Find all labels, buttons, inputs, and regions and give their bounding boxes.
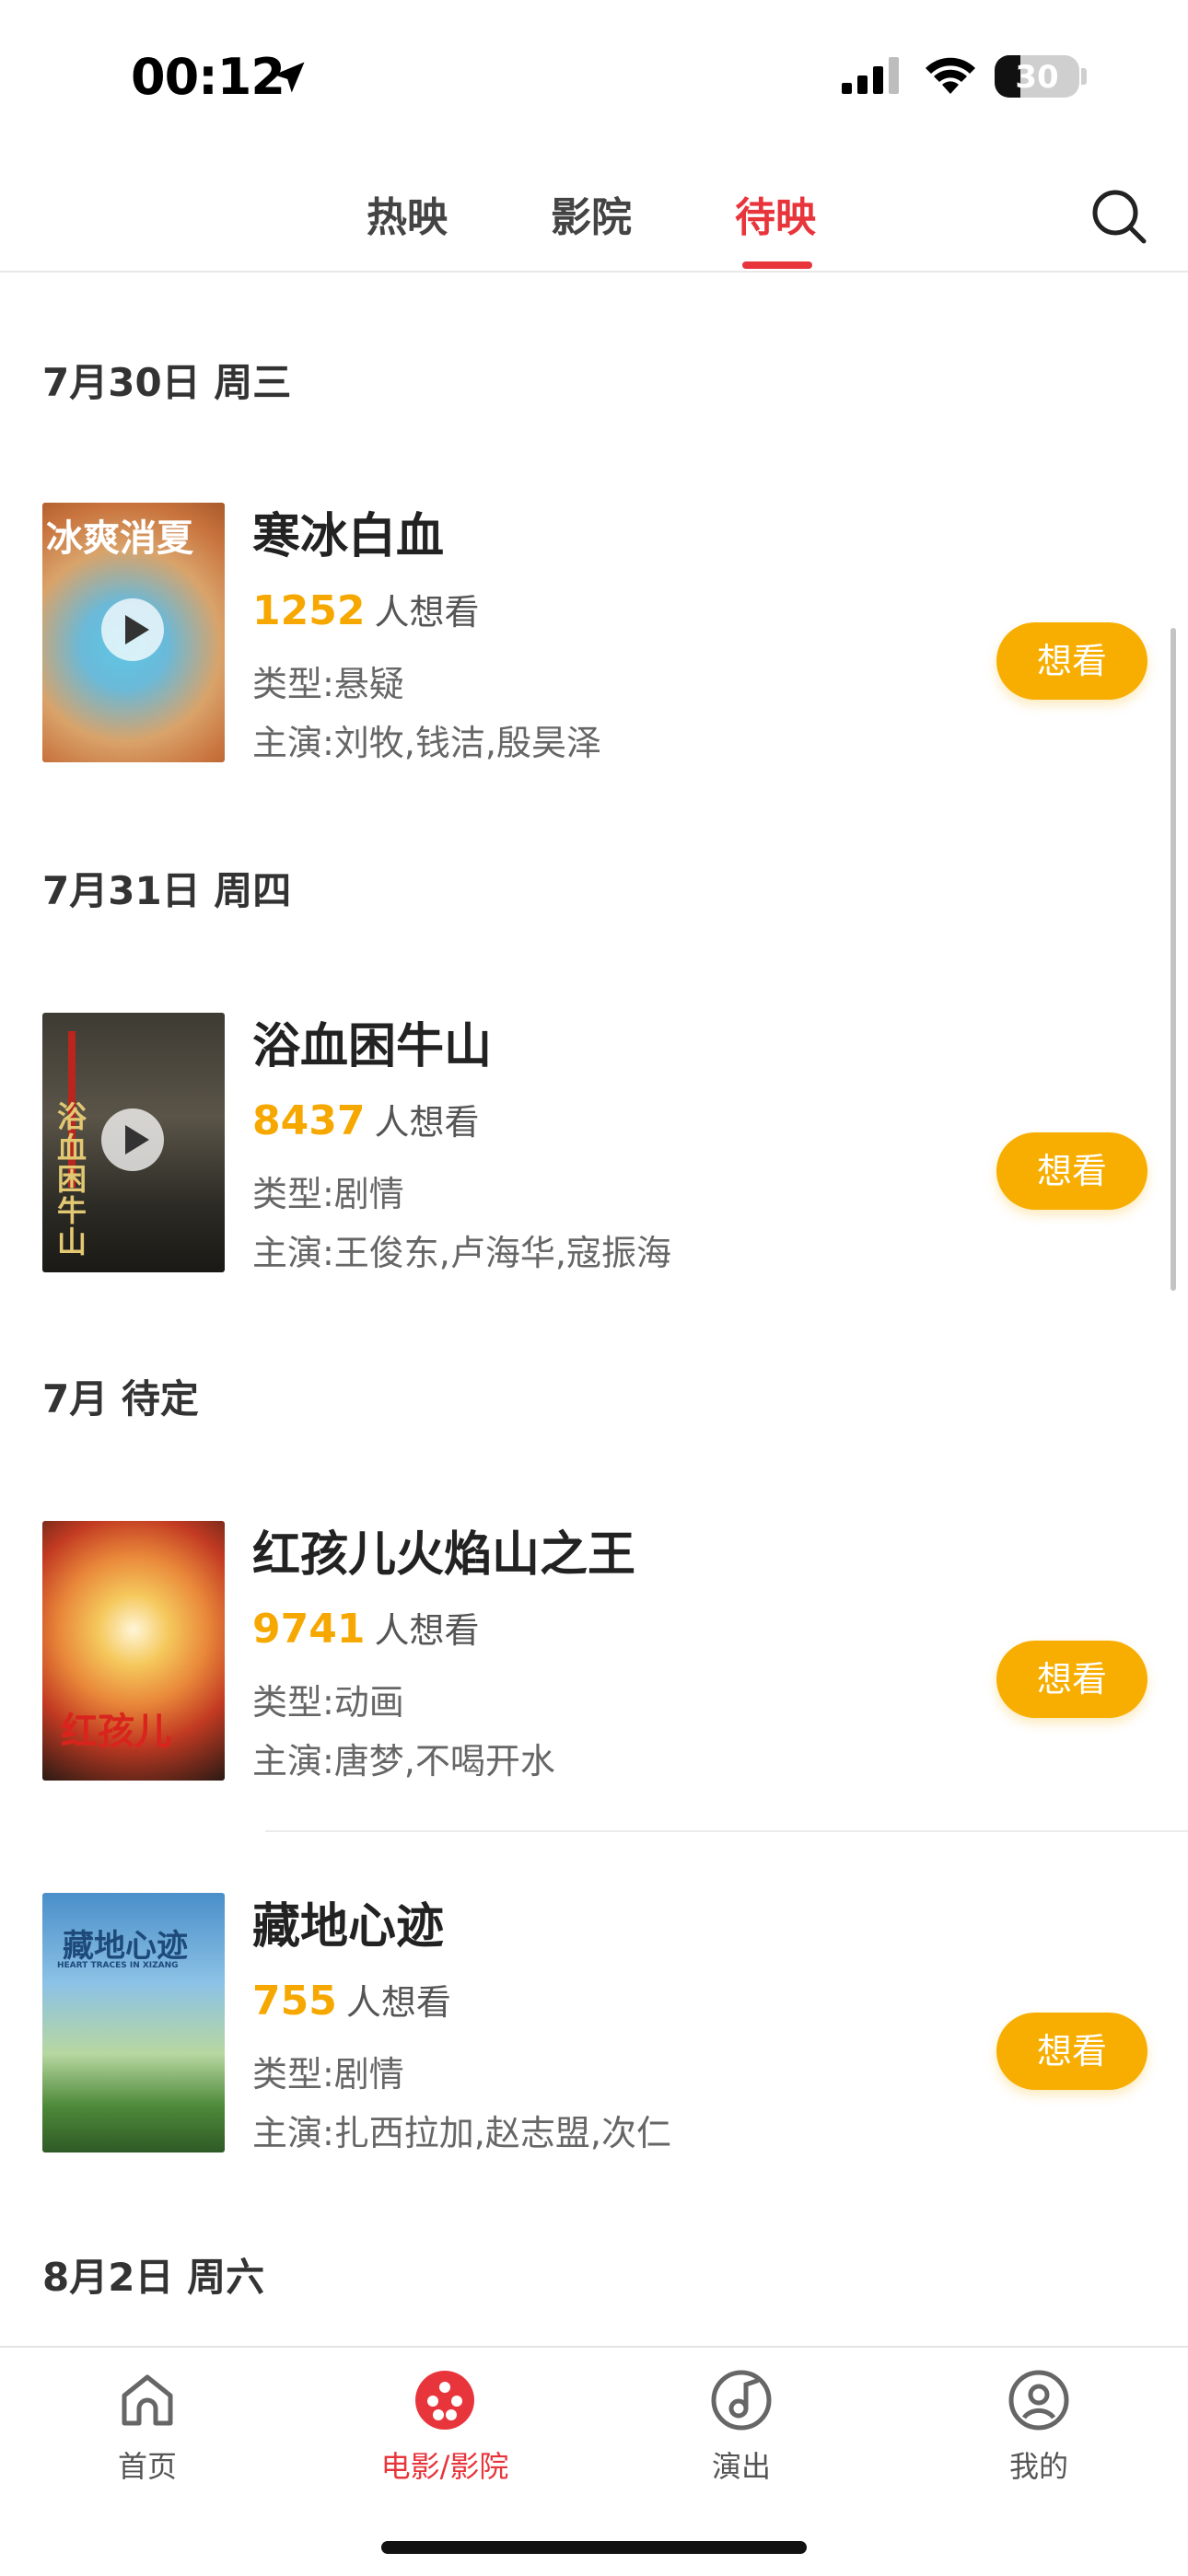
movie-poster[interactable]: 冰爽消夏	[42, 503, 225, 762]
poster-title: 冰爽消夏	[46, 517, 193, 560]
movie-cast: 主演:刘牧,钱洁,殷昊泽	[252, 723, 601, 763]
poster-title: 红孩儿	[61, 1711, 171, 1753]
music-note-icon	[711, 2370, 772, 2431]
nav-label: 电影/影院	[380, 2449, 509, 2484]
search-icon[interactable]	[1087, 184, 1151, 249]
movie-item[interactable]: 冰爽消夏 寒冰白血 1252 人想看 类型:悬疑 主演:刘牧,钱洁,殷昊泽 想看	[0, 503, 1188, 770]
movie-genre: 类型:剧情	[252, 1174, 404, 1214]
movie-poster[interactable]: 红孩儿	[42, 1521, 225, 1781]
home-icon	[122, 2374, 173, 2426]
want-count: 8437	[252, 1097, 366, 1144]
movie-genre: 类型:动画	[252, 1682, 404, 1723]
poster-title: 藏地心迹	[63, 1928, 188, 1965]
movie-item[interactable]: 浴血困牛山 浴血困牛山 8437 人想看 类型:剧情 主演:王俊东,卢海华,寇振海…	[0, 1013, 1188, 1280]
movie-poster[interactable]: 藏地心迹 HEART TRACES IN XIZANG	[42, 1893, 225, 2152]
nav-label: 我的	[1008, 2449, 1068, 2484]
movie-genre: 类型:剧情	[252, 2054, 404, 2094]
play-trailer-icon[interactable]	[101, 598, 164, 661]
want-count-line: 8437 人想看	[252, 1094, 479, 1144]
want-to-watch-button[interactable]: 想看	[996, 622, 1147, 700]
want-to-watch-button[interactable]: 想看	[996, 1641, 1147, 1718]
want-to-watch-button[interactable]: 想看	[996, 1132, 1147, 1210]
nav-movies-cinemas[interactable]: 电影/影院	[353, 2368, 537, 2486]
want-suffix: 人想看	[374, 1610, 480, 1651]
date-header: 8月2日 周六	[42, 2255, 265, 2300]
battery-level: 30	[1015, 59, 1059, 96]
nav-profile[interactable]: 我的	[947, 2368, 1131, 2486]
status-time: 00:12	[131, 48, 285, 106]
movie-cast: 主演:扎西拉加,赵志盟,次仁	[252, 2113, 671, 2153]
top-tab-bar: 热映 影院 待映	[0, 166, 1188, 273]
nav-label: 演出	[711, 2449, 771, 2484]
list-divider	[265, 1830, 1188, 1832]
movie-title[interactable]: 红孩儿火焰山之王	[252, 1515, 635, 1584]
want-count-line: 9741 人想看	[252, 1602, 479, 1653]
movie-title[interactable]: 寒冰白血	[252, 497, 444, 566]
movie-item[interactable]: 红孩儿 红孩儿火焰山之王 9741 人想看 类型:动画 主演:唐梦,不喝开水 想看	[0, 1521, 1188, 1788]
movie-title[interactable]: 浴血困牛山	[252, 1007, 492, 1076]
cellular-signal-icon	[842, 57, 899, 94]
want-to-watch-button[interactable]: 想看	[996, 2013, 1147, 2090]
date-header: 7月30日 周三	[42, 360, 292, 405]
nav-home[interactable]: 首页	[55, 2368, 239, 2486]
want-suffix: 人想看	[374, 1102, 480, 1143]
want-count: 1252	[252, 587, 366, 634]
date-header: 7月31日 周四	[42, 868, 292, 913]
location-arrow-icon	[274, 62, 305, 93]
want-count: 9741	[252, 1606, 366, 1653]
movie-title[interactable]: 藏地心迹	[252, 1887, 444, 1956]
want-suffix: 人想看	[374, 592, 480, 632]
want-count: 755	[252, 1978, 337, 2025]
want-count-line: 1252 人想看	[252, 584, 479, 634]
poster-subtitle: HEART TRACES IN XIZANG	[57, 1961, 179, 1970]
movie-cast: 主演:王俊东,卢海华,寇振海	[252, 1233, 671, 1273]
active-tab-indicator	[742, 261, 812, 269]
wifi-icon	[926, 57, 975, 94]
movie-poster[interactable]: 浴血困牛山	[42, 1013, 225, 1272]
want-count-line: 755 人想看	[252, 1974, 451, 2025]
battery-tip	[1081, 68, 1087, 85]
status-bar: 00:12 30	[0, 0, 1188, 147]
tab-now-showing[interactable]: 热映	[367, 184, 448, 243]
nav-shows[interactable]: 演出	[649, 2368, 833, 2486]
battery-icon: 30	[995, 55, 1079, 98]
tab-cinemas[interactable]: 影院	[551, 184, 632, 243]
want-suffix: 人想看	[345, 1982, 451, 2023]
nav-label: 首页	[117, 2449, 177, 2484]
movie-cast: 主演:唐梦,不喝开水	[252, 1741, 555, 1781]
movie-item[interactable]: 藏地心迹 HEART TRACES IN XIZANG 藏地心迹 755 人想看 …	[0, 1893, 1188, 2160]
date-header: 7月 待定	[42, 1376, 199, 1421]
profile-icon	[1008, 2370, 1069, 2431]
tab-coming-soon[interactable]: 待映	[735, 184, 816, 243]
film-reel-icon	[415, 2371, 474, 2430]
home-indicator[interactable]	[381, 2541, 807, 2554]
movie-genre: 类型:悬疑	[252, 664, 404, 704]
poster-title: 浴血困牛山	[57, 1099, 87, 1259]
play-trailer-icon[interactable]	[101, 1108, 164, 1171]
